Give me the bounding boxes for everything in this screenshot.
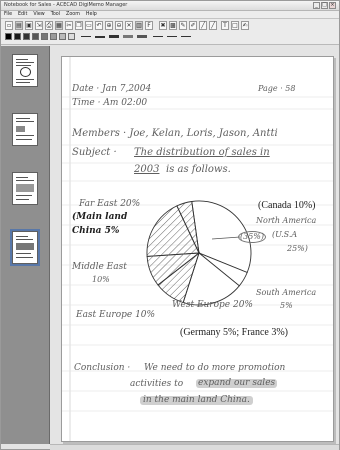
line-icon[interactable]: ╱ — [199, 21, 207, 30]
save-icon[interactable]: ▣ — [25, 21, 33, 30]
pie-label-far-east: Far East 20% — [79, 199, 141, 209]
menu-bar: File Edit View Tool Zoom Help — [1, 11, 339, 19]
pen-width-1[interactable] — [81, 36, 91, 37]
window-title: Notebook for Sales - ACECAD DigiMemo Man… — [4, 2, 128, 8]
pen-width-2[interactable] — [95, 36, 105, 38]
pie-label-north-america: North America — [256, 216, 317, 225]
pie-label-south-america-pct: 5% — [280, 301, 293, 310]
pen-width-4[interactable] — [123, 35, 133, 38]
conclusion-label: Conclusion · — [74, 363, 131, 373]
color-swatch-8[interactable] — [68, 33, 75, 40]
toolbar: ▫ ▤ ▣ ⇲ ⎙ ▦ ✂ ❐ ▭ ↶ ⊕ ⊖ ✕ ▥ F ✖ ▩ ✎ ✐ ╱ … — [1, 19, 339, 45]
highlighter-icon[interactable]: ╱ — [209, 21, 217, 30]
minimize-button[interactable]: _ — [313, 2, 320, 9]
color-swatch-5[interactable] — [41, 33, 48, 40]
pie-label-middle-east: Middle East — [72, 262, 127, 272]
grid-icon[interactable]: ▥ — [135, 21, 143, 30]
pie-label-usa-pct2: 25%) — [287, 244, 308, 253]
maximize-button[interactable]: □ — [321, 2, 328, 9]
color-swatch-black[interactable] — [5, 33, 12, 40]
conclusion-line2a: activities to — [130, 379, 184, 389]
color-swatch-2[interactable] — [14, 33, 21, 40]
pen-width-8[interactable] — [181, 36, 191, 37]
menu-view[interactable]: View — [33, 11, 44, 19]
menu-tool[interactable]: Tool — [51, 11, 60, 19]
color-swatch-6[interactable] — [50, 33, 57, 40]
pie-label-middle-east-pct: 10% — [92, 275, 110, 284]
pie-label-main-land: (Main land — [72, 212, 128, 222]
pen-width-5[interactable] — [137, 35, 147, 38]
note-page[interactable]: Date · Jan 7,2004 Page · 58 Time · Am 02… — [61, 56, 334, 442]
image-icon[interactable]: ▩ — [169, 21, 177, 30]
digimemo-window: Notebook for Sales - ACECAD DigiMemo Man… — [0, 0, 340, 450]
new-file-icon[interactable]: ▫ — [5, 21, 13, 30]
format-icon[interactable]: F — [145, 21, 153, 30]
pie-label-china: China 5% — [72, 226, 120, 236]
open-folder-icon[interactable]: ▤ — [15, 21, 23, 30]
color-swatch-7[interactable] — [59, 33, 66, 40]
copy-icon[interactable]: ❐ — [75, 21, 83, 30]
rectangle-icon[interactable]: □ — [231, 21, 239, 30]
horizontal-scrollbar[interactable] — [50, 444, 339, 450]
thumbnail-page-1[interactable] — [12, 54, 38, 87]
text-tool-icon[interactable]: T — [221, 21, 229, 30]
conclusion-line1: We need to do more promotion — [144, 363, 286, 373]
thumbnail-panel — [1, 46, 50, 444]
pen-icon[interactable]: ✎ — [179, 21, 187, 30]
typed-canada: (Canada 10%) — [258, 200, 316, 211]
thumbnail-page-4[interactable] — [10, 229, 40, 266]
pie-label-south-america: South America — [256, 288, 317, 297]
menu-zoom[interactable]: Zoom — [66, 11, 80, 19]
title-bar: Notebook for Sales - ACECAD DigiMemo Man… — [1, 1, 339, 11]
pen-width-3[interactable] — [109, 35, 119, 38]
cut-icon[interactable]: ✂ — [65, 21, 73, 30]
zoom-in-icon[interactable]: ⊕ — [105, 21, 113, 30]
pie-label-east-europe: East Europe 10% — [76, 310, 156, 320]
pen-width-7[interactable] — [167, 36, 177, 37]
erase-icon[interactable]: ✖ — [159, 21, 167, 30]
pie-label-usa-pct: (35%) — [238, 231, 267, 243]
conclusion-highlight-china: in the main land China. — [140, 396, 253, 405]
thumbnail-page-2[interactable] — [12, 113, 38, 146]
paste-icon[interactable]: ▭ — [85, 21, 93, 30]
menu-file[interactable]: File — [4, 11, 12, 19]
color-swatch-4[interactable] — [32, 33, 39, 40]
pie-label-usa: (U.S.A — [272, 230, 298, 239]
menu-edit[interactable]: Edit — [18, 11, 27, 19]
pencil-icon[interactable]: ✐ — [189, 21, 197, 30]
undo-icon[interactable]: ↶ — [95, 21, 103, 30]
pen-width-6[interactable] — [153, 36, 163, 37]
zoom-out-icon[interactable]: ⊖ — [115, 21, 123, 30]
export-icon[interactable]: ⇲ — [35, 21, 43, 30]
delete-icon[interactable]: ✕ — [125, 21, 133, 30]
typed-germany-france: (Germany 5%; France 3%) — [180, 327, 289, 338]
marker-icon[interactable]: ✍ — [241, 21, 249, 30]
menu-help[interactable]: Help — [86, 11, 97, 19]
conclusion-highlight-expand: expand our sales — [196, 378, 278, 388]
pie-label-west-europe: West Europe 20% — [172, 300, 253, 310]
color-swatch-3[interactable] — [23, 33, 30, 40]
scan-icon[interactable]: ▦ — [55, 21, 63, 30]
print-icon[interactable]: ⎙ — [45, 21, 53, 30]
thumbnail-page-3[interactable] — [12, 172, 38, 205]
close-button[interactable]: × — [329, 2, 336, 9]
